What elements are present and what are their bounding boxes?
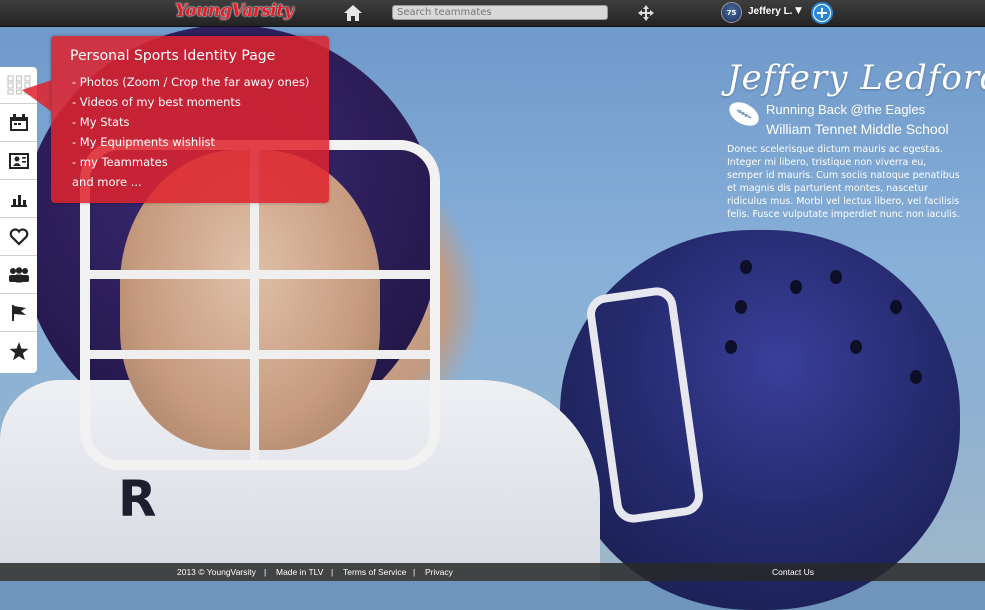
profile-card-icon xyxy=(8,153,29,169)
team-icon xyxy=(8,267,29,283)
sidebar-item-profile-card[interactable] xyxy=(0,143,37,180)
popup-item: - My Equipments wishlist xyxy=(72,135,216,149)
profile-bio: Donec scelerisque dictum mauris ac egest… xyxy=(727,144,960,220)
sidebar-item-teammates[interactable] xyxy=(0,257,37,294)
add-button[interactable]: + xyxy=(811,2,833,24)
background-helmet-right xyxy=(560,230,960,610)
popup-item: and more ... xyxy=(72,175,142,189)
chevron-down-icon[interactable]: ▼ xyxy=(795,6,802,16)
top-bar: YoungVarsity Search teammates 75 Jeffery… xyxy=(0,0,985,27)
username-label[interactable]: Jeffery L. xyxy=(748,6,792,17)
footer-made-in-link[interactable]: Made in TLV xyxy=(276,567,323,577)
popup-item: - Photos (Zoom / Crop the far away ones) xyxy=(72,75,310,89)
footer-separator: | xyxy=(264,567,267,577)
sidebar-item-wishlist[interactable] xyxy=(0,219,37,256)
jersey-letter: R xyxy=(118,470,157,528)
footer-separator: | xyxy=(413,567,416,577)
footer-separator: | xyxy=(331,567,334,577)
flag-icon xyxy=(11,305,26,321)
popup-item: - My Stats xyxy=(72,115,130,129)
feature-popup: Personal Sports Identity Page - Photos (… xyxy=(51,36,329,203)
star-icon xyxy=(9,342,28,361)
school-name: William Tennet Middle School xyxy=(766,121,949,137)
footer-copyright: 2013 © YoungVarsity xyxy=(177,567,256,577)
popup-arrow xyxy=(22,80,52,112)
calendar-icon xyxy=(9,114,28,131)
stats-icon xyxy=(10,195,27,207)
avatar[interactable]: 75 xyxy=(721,2,742,23)
footer-contact-link[interactable]: Contact Us xyxy=(772,567,814,577)
plus-icon: + xyxy=(814,3,830,22)
football-icon xyxy=(729,102,759,126)
sidebar xyxy=(0,67,37,373)
popup-item: - Videos of my best moments xyxy=(72,95,241,109)
helmet-decal xyxy=(584,284,706,526)
search-input[interactable]: Search teammates xyxy=(392,5,608,20)
home-icon[interactable] xyxy=(343,4,363,22)
popup-item: - my Teammates xyxy=(72,155,168,169)
player-position: Running Back @the Eagles xyxy=(766,102,926,117)
sidebar-item-favorites[interactable] xyxy=(0,333,37,370)
profile-name: Jeffery Ledford xyxy=(727,58,985,98)
footer: 2013 © YoungVarsity | Made in TLV | Term… xyxy=(0,563,985,581)
heart-icon xyxy=(9,228,28,246)
sidebar-item-stats[interactable] xyxy=(0,181,37,218)
logo[interactable]: YoungVarsity xyxy=(175,1,293,21)
footer-privacy-link[interactable]: Privacy xyxy=(425,567,453,577)
share-icon[interactable] xyxy=(637,4,655,22)
sidebar-item-flag[interactable] xyxy=(0,295,37,332)
popup-title: Personal Sports Identity Page xyxy=(70,48,276,64)
footer-terms-link[interactable]: Terms of Service xyxy=(343,567,406,577)
